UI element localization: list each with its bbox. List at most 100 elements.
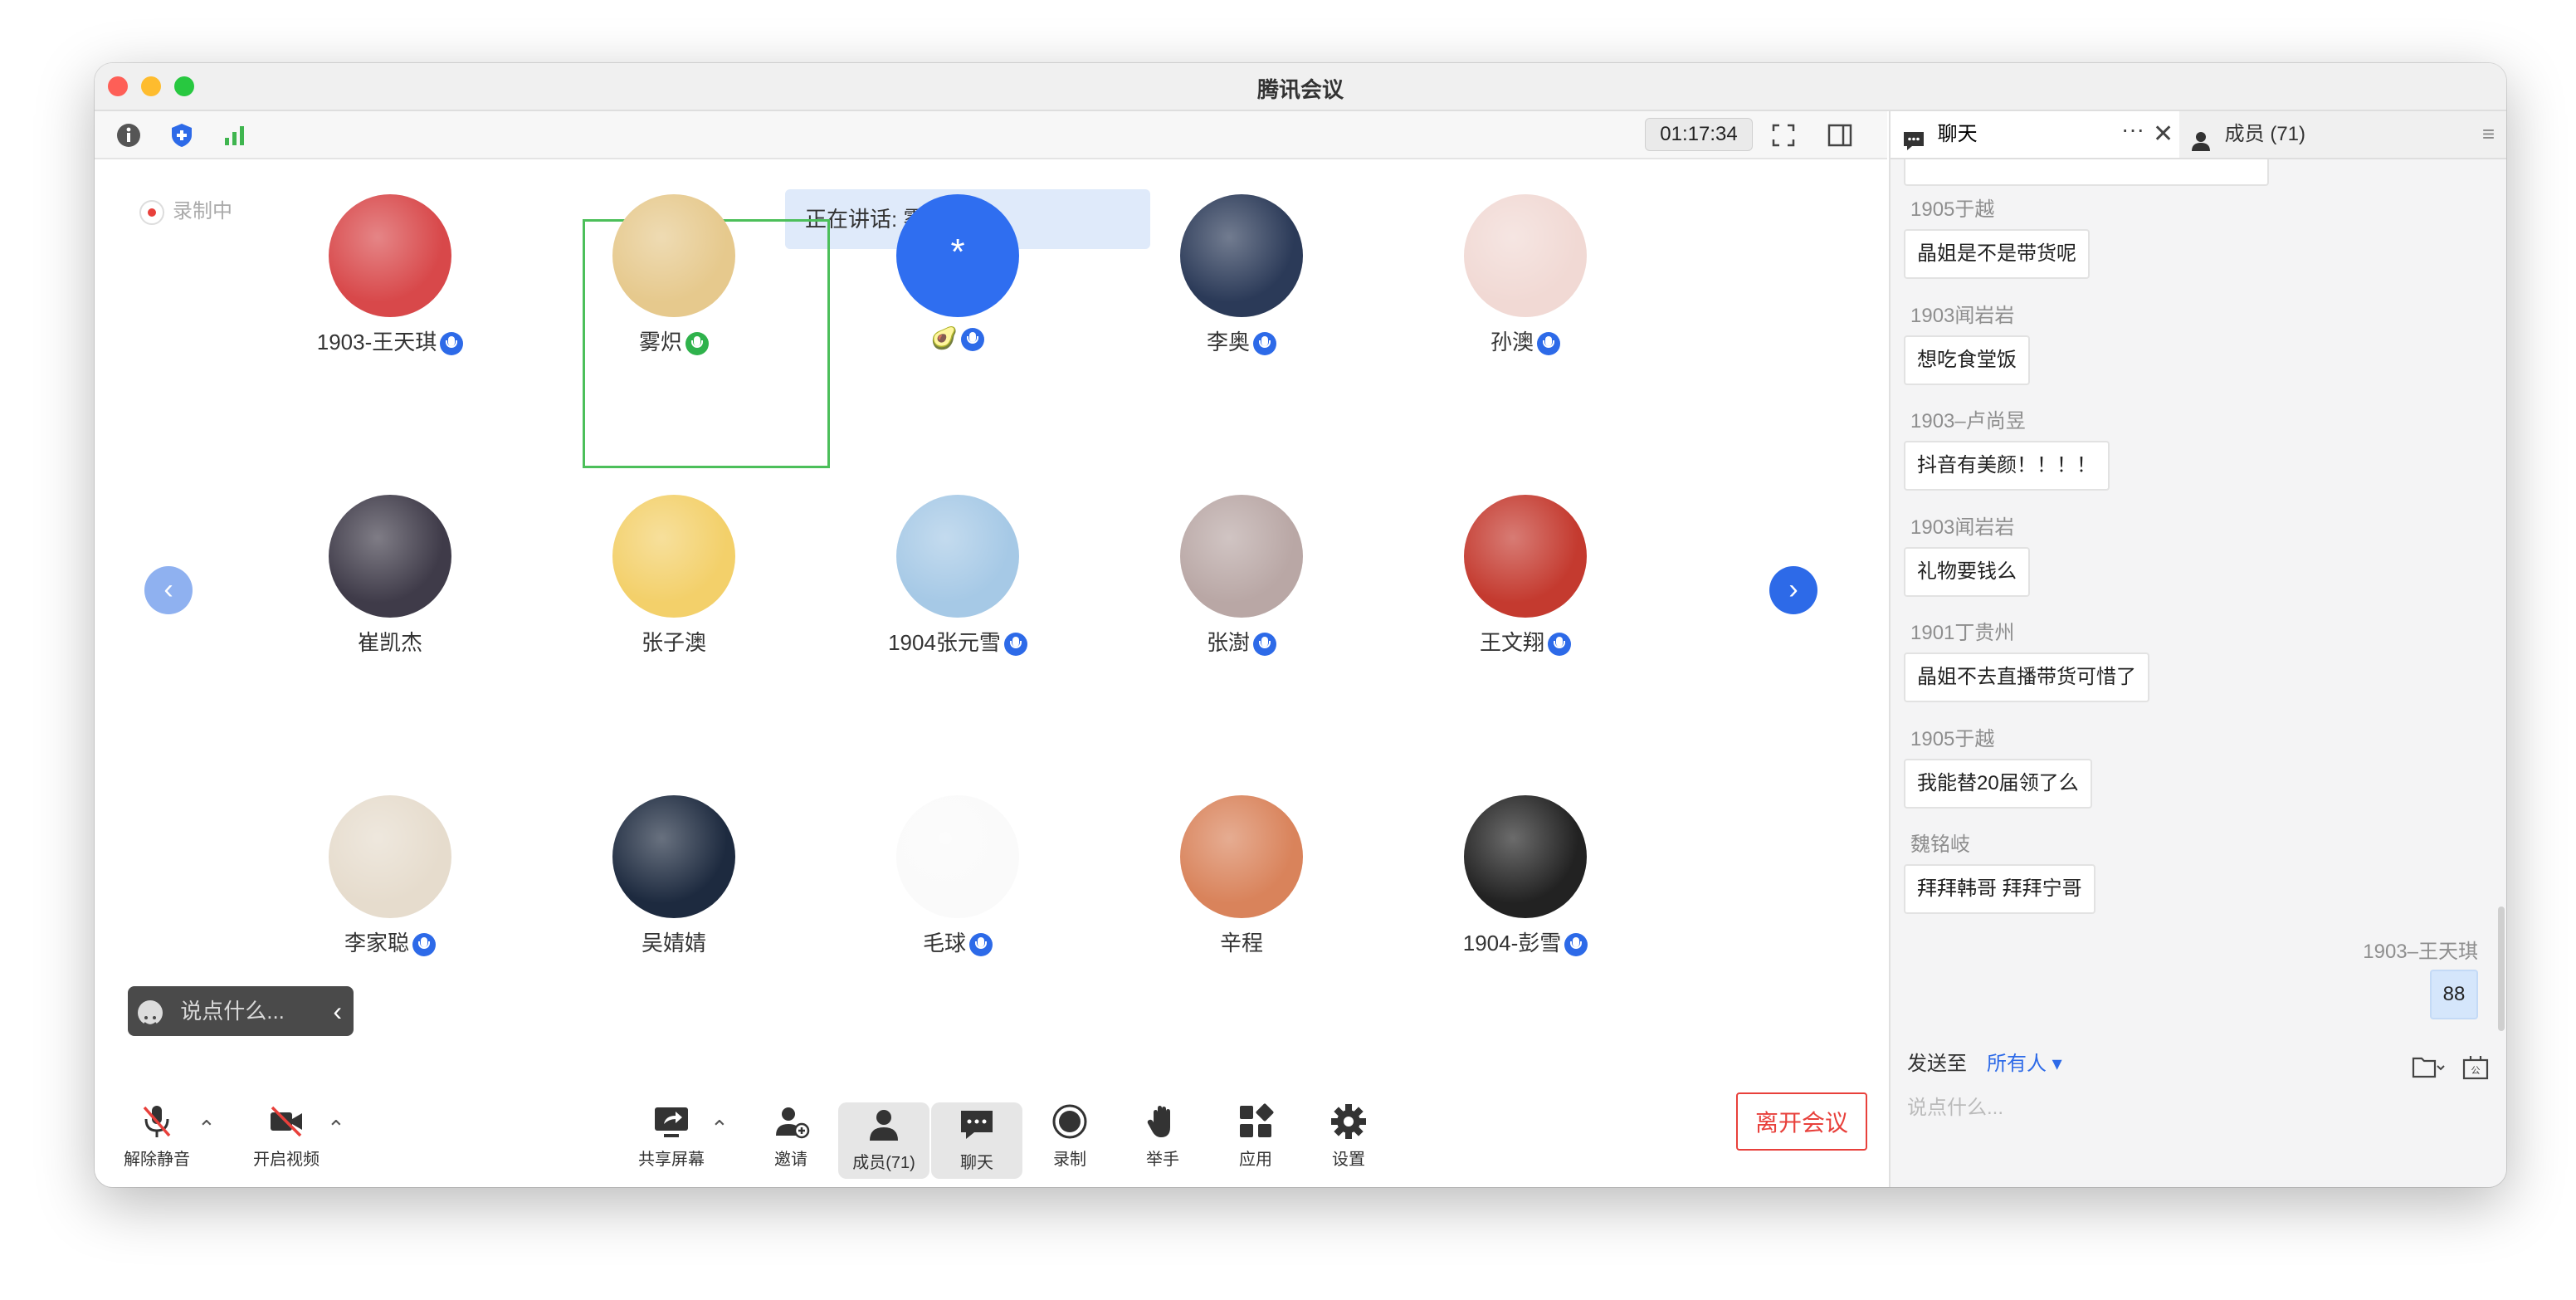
members-tab-label: 成员 (71) (2224, 123, 2306, 145)
participant-name: 张子澳 (549, 626, 798, 657)
invite-button[interactable]: 邀请 (745, 1102, 837, 1170)
participant-tile[interactable]: 孙澳 (1401, 194, 1650, 360)
participant-name-text: 1903-王天琪 (316, 330, 437, 354)
participant-tile[interactable]: * 🥑 (833, 194, 1082, 360)
avatar: * (896, 194, 1019, 317)
participant-tile[interactable]: 李奥 (1117, 194, 1366, 360)
settings-button[interactable]: 设置 (1303, 1102, 1394, 1170)
participant-tile[interactable]: 毛球 (833, 795, 1082, 961)
camera-off-icon (267, 1102, 305, 1141)
message-sender: 1905于越 (1910, 198, 1995, 221)
meeting-timer: 01:17:34 (1645, 118, 1753, 151)
participant-tile[interactable]: 雾炽 (549, 194, 798, 360)
members-label: 成员(71) (852, 1154, 915, 1172)
menu-icon[interactable]: ≡ (2482, 121, 2495, 147)
recipient-dropdown[interactable]: 所有人 ▾ (1987, 1039, 2062, 1089)
message-sender: 魏铭岐 (1910, 833, 1970, 856)
avatar (329, 495, 451, 618)
folder-icon[interactable] (2412, 1051, 2445, 1079)
start-video-button[interactable]: 开启视频 (241, 1102, 332, 1170)
fullscreen-icon[interactable] (1769, 121, 1798, 149)
participant-tile[interactable]: 张澍 (1117, 495, 1366, 661)
share-options-chevron-icon[interactable]: ⌃ (710, 1116, 729, 1141)
audio-options-chevron-icon[interactable]: ⌃ (198, 1116, 216, 1141)
info-icon[interactable] (115, 121, 143, 149)
participant-name: 毛球 (833, 926, 1082, 957)
participant-name: 崔凯杰 (266, 626, 515, 657)
emoji-icon[interactable] (138, 1000, 163, 1027)
participant-name: 吴婧婧 (549, 926, 798, 957)
raise-hand-label: 举手 (1146, 1151, 1179, 1169)
chat-message-input[interactable]: 说点什么... (1907, 1091, 2003, 1120)
title-bar: 腾讯会议 (95, 63, 2506, 111)
message-sender: 1903闻岩岩 (1910, 516, 2015, 539)
avatar (1464, 194, 1587, 317)
next-page-button[interactable]: › (1769, 566, 1817, 614)
apps-label: 应用 (1239, 1151, 1272, 1169)
participant-tile[interactable]: 辛程 (1117, 795, 1366, 961)
message-bubble: 晶姐是不是带货呢 (1904, 229, 2090, 279)
chat-tab-icon (1902, 124, 1925, 150)
share-screen-button[interactable]: 共享屏幕 (626, 1102, 717, 1170)
chat-panel: 聊天 ··· ✕ 成员 (71) ≡ 1905于越晶姐是不是带货呢 1903闻岩岩… (1889, 111, 2506, 1187)
participant-name-text: 辛程 (1219, 931, 1263, 955)
sidebar-toggle-icon[interactable] (1826, 121, 1854, 149)
avatar (896, 795, 1019, 918)
tab-chat[interactable]: 聊天 ··· ✕ (1891, 111, 2179, 158)
network-signal-icon[interactable] (221, 121, 249, 149)
share-screen-icon (652, 1102, 690, 1141)
participant-name-text: 吴婧婧 (641, 931, 706, 955)
participant-tile[interactable]: 崔凯杰 (266, 495, 515, 661)
participant-name-text: 王文翔 (1479, 630, 1544, 655)
video-options-chevron-icon[interactable]: ⌃ (327, 1116, 345, 1141)
settings-label: 设置 (1332, 1151, 1365, 1169)
message-bubble: 想吃食堂饭 (1904, 335, 2030, 385)
send-to-row: 发送至 所有人 ▾ 公 (1891, 1039, 2506, 1089)
raise-hand-button[interactable]: 举手 (1117, 1102, 1208, 1170)
record-button[interactable]: 录制 (1024, 1102, 1115, 1170)
participant-tile[interactable]: 李家聪 (266, 795, 515, 961)
message-sender: 1901丁贵州 (1910, 622, 2015, 644)
recipient-value: 所有人 (1987, 1053, 2047, 1075)
participant-tile[interactable]: 吴婧婧 (549, 795, 798, 961)
message-bubble: 抖音有美颜！！！！ (1904, 441, 2110, 491)
message-sender: 1903–卢尚昱 (1910, 410, 2026, 433)
message-bubble: 晶姐不去直播带货可惜了 (1904, 652, 2149, 702)
meeting-toolbar: 01:17:34 (95, 111, 1887, 159)
mic-icon (412, 933, 436, 957)
participant-name-text: 雾炽 (638, 330, 682, 354)
apps-grid-icon (1237, 1102, 1275, 1141)
announcement-icon[interactable]: 公 (2461, 1051, 2490, 1080)
participant-tile[interactable]: 王文翔 (1401, 495, 1650, 661)
close-icon[interactable]: ✕ (2153, 111, 2174, 158)
mic-icon (440, 332, 464, 356)
recording-label: 录制中 (173, 200, 232, 222)
gear-icon (1329, 1102, 1368, 1141)
tab-members[interactable]: 成员 (71) (2189, 111, 2305, 158)
participant-name-text: 张澍 (1206, 630, 1250, 655)
collapse-chevron-icon[interactable]: ‹ (333, 986, 342, 1036)
apps-button[interactable]: 应用 (1210, 1102, 1301, 1170)
previous-page-button[interactable]: ‹ (144, 566, 193, 614)
participant-tile[interactable]: 张子澳 (549, 495, 798, 661)
unmute-button[interactable]: 解除静音 (111, 1102, 202, 1170)
participant-name-text: 1904-彭雪 (1462, 931, 1562, 955)
security-shield-icon[interactable] (168, 121, 196, 149)
participant-name: 1904-彭雪 (1401, 926, 1650, 957)
participant-tile[interactable]: 1903-王天琪 (266, 194, 515, 360)
participant-name-text: 1904张元雪 (888, 630, 1001, 655)
chat-button[interactable]: 聊天 (931, 1102, 1022, 1179)
chat-scrollbar[interactable] (2498, 907, 2505, 1031)
chat-tab-label: 聊天 (1937, 123, 1978, 145)
leave-meeting-button[interactable]: 离开会议 (1736, 1092, 1867, 1151)
window-title: 腾讯会议 (1256, 77, 1344, 102)
quick-chat-pill[interactable]: 说点什么... ‹ (128, 986, 354, 1036)
participant-name-text: 崔凯杰 (357, 630, 422, 655)
members-button[interactable]: 成员(71) (838, 1102, 929, 1179)
participant-name: 王文翔 (1401, 626, 1650, 657)
participant-tile[interactable]: 1904张元雪 (833, 495, 1082, 661)
mic-muted-icon (138, 1102, 176, 1141)
participant-name-text: 李家聪 (344, 931, 409, 955)
more-options-icon[interactable]: ··· (2121, 106, 2144, 153)
participant-tile[interactable]: 1904-彭雪 (1401, 795, 1650, 961)
